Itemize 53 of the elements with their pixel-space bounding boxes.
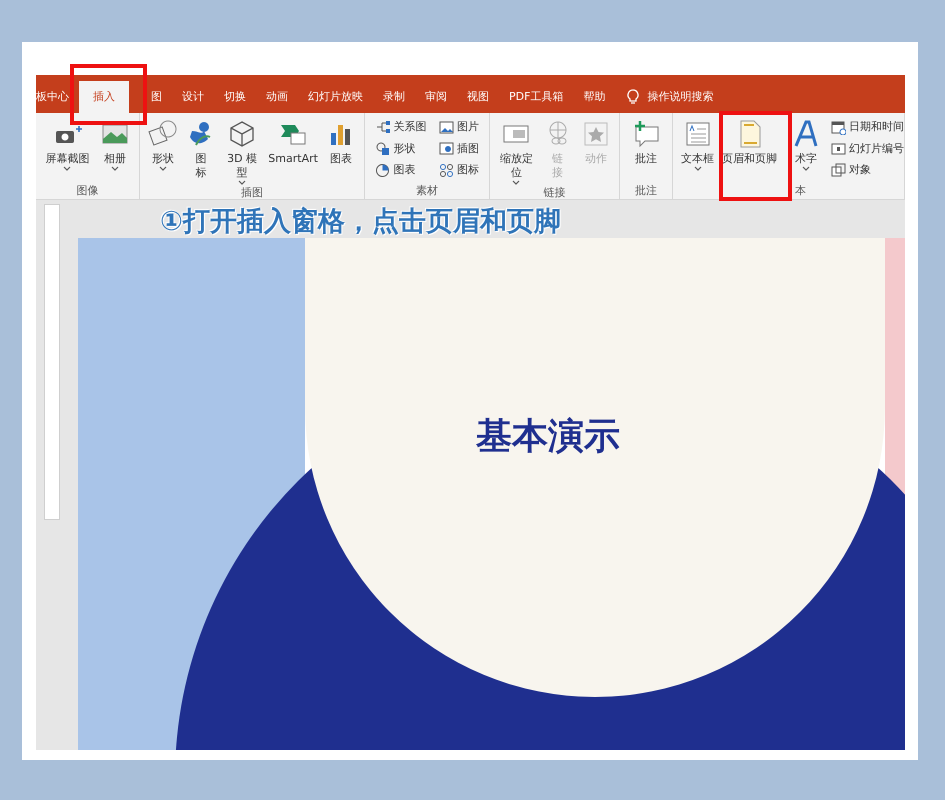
ribbon-button[interactable]: 图表 bbox=[326, 119, 356, 166]
shapes-icon bbox=[375, 141, 390, 156]
object-icon bbox=[831, 162, 846, 178]
group-label: 本 bbox=[795, 182, 806, 199]
group-label: 素材 bbox=[416, 182, 438, 199]
calendar-icon bbox=[831, 120, 846, 135]
lightbulb-icon bbox=[627, 89, 640, 105]
ribbon-button[interactable]: 日期和时间 bbox=[831, 119, 904, 136]
ribbon-button[interactable]: 3D 模型 bbox=[224, 119, 260, 185]
ribbon-tab[interactable]: 板中心 bbox=[36, 81, 79, 113]
ribbon-button[interactable]: 对象 bbox=[831, 162, 871, 178]
circles-icon bbox=[438, 162, 454, 178]
ribbon-tab[interactable]: 帮助 bbox=[573, 81, 616, 113]
ribbon-tab[interactable]: 图 bbox=[129, 81, 172, 113]
group-label: 图像 bbox=[76, 182, 98, 199]
ribbon-tab[interactable]: 视图 bbox=[457, 81, 499, 113]
group-label: 批注 bbox=[635, 182, 657, 199]
ribbon-button[interactable]: 图标 bbox=[186, 119, 216, 180]
ribbon-tab[interactable]: PDF工具箱 bbox=[499, 81, 574, 113]
picture-icon bbox=[438, 120, 454, 135]
search-field[interactable]: 操作说明搜索 bbox=[615, 81, 714, 113]
ribbon-button[interactable]: 文本框 bbox=[681, 119, 714, 171]
ribbon-button[interactable]: 相册 bbox=[100, 119, 130, 171]
ribbon-tab[interactable]: 设计 bbox=[172, 81, 214, 113]
ribbon-button[interactable]: 图表 bbox=[375, 162, 416, 178]
ribbon-tab[interactable]: 幻灯片放映 bbox=[298, 81, 373, 113]
image-icon bbox=[438, 141, 454, 156]
ribbon-button[interactable]: 批注 bbox=[631, 119, 661, 166]
ribbon-button[interactable]: 关系图 bbox=[375, 119, 426, 136]
ribbon-button[interactable]: 图标 bbox=[438, 162, 479, 178]
ribbon-button[interactable]: 插图 bbox=[438, 140, 479, 157]
ribbon-button[interactable]: 幻灯片编号 bbox=[831, 140, 904, 157]
hierarchy-icon bbox=[375, 120, 390, 135]
pie-chart-icon bbox=[375, 162, 390, 178]
ribbon-button[interactable]: 形状 bbox=[148, 119, 178, 171]
ribbon-button[interactable]: 缩放定位 bbox=[498, 119, 534, 185]
ribbon-tab[interactable]: 录制 bbox=[373, 81, 415, 113]
ribbon-tab[interactable]: 审阅 bbox=[415, 81, 457, 113]
ribbon-button[interactable]: 图片 bbox=[438, 119, 479, 136]
ribbon-button[interactable]: 页眉和页脚 bbox=[722, 119, 777, 166]
slide-number-icon bbox=[831, 141, 846, 156]
caption: ①打开插入窗格，点击页眉和页脚 bbox=[160, 205, 561, 239]
ribbon-button[interactable]: 术字 bbox=[791, 119, 821, 171]
ribbon-button[interactable]: 形状 bbox=[375, 140, 416, 157]
ribbon-tab[interactable]: 动画 bbox=[256, 81, 298, 113]
ribbon-button[interactable]: 屏幕截图 bbox=[45, 119, 90, 171]
group-label: 链接 bbox=[544, 184, 566, 201]
ribbon-button[interactable]: SmartArt bbox=[268, 119, 318, 166]
scrollbar[interactable] bbox=[44, 204, 60, 520]
group-label: 插图 bbox=[241, 184, 263, 201]
ribbon-tab[interactable]: 插入 bbox=[79, 81, 129, 113]
slide-title: 基本演示 bbox=[476, 415, 620, 459]
ribbon-tab[interactable]: 切换 bbox=[214, 81, 256, 113]
